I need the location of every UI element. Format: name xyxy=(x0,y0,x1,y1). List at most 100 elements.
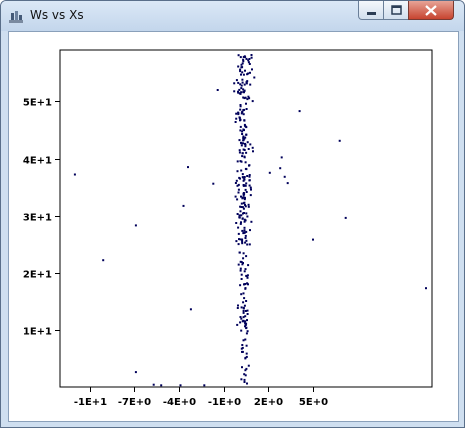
data-point xyxy=(243,212,245,214)
data-point xyxy=(234,182,237,184)
data-point xyxy=(238,214,241,217)
data-point xyxy=(237,65,240,68)
close-button[interactable] xyxy=(408,1,454,20)
data-point xyxy=(160,384,163,387)
data-point xyxy=(249,83,252,86)
data-point xyxy=(249,229,251,232)
data-point xyxy=(237,112,240,115)
data-point xyxy=(238,216,241,219)
data-point xyxy=(238,251,241,254)
data-point xyxy=(241,206,244,209)
data-point xyxy=(242,56,245,58)
data-point xyxy=(312,238,314,241)
x-tick-label: -7E+0 xyxy=(118,397,151,408)
data-point xyxy=(246,141,249,144)
data-point xyxy=(240,214,243,217)
maximize-button[interactable] xyxy=(383,1,409,20)
data-point xyxy=(250,56,253,59)
data-point xyxy=(241,350,244,353)
data-point xyxy=(241,176,244,179)
data-point xyxy=(239,269,242,272)
data-point xyxy=(238,88,241,91)
minimize-button[interactable] xyxy=(358,1,384,20)
data-point xyxy=(244,374,247,377)
data-point xyxy=(237,232,240,235)
data-point xyxy=(245,133,248,136)
data-point xyxy=(239,105,242,108)
data-point xyxy=(241,71,244,74)
chart-app-icon[interactable] xyxy=(8,9,24,25)
data-point xyxy=(244,188,247,191)
y-tick-label: 2E+1 xyxy=(23,270,52,281)
data-point xyxy=(245,255,248,258)
data-point xyxy=(242,310,245,312)
data-point xyxy=(134,224,137,227)
data-point xyxy=(243,220,246,223)
data-point xyxy=(242,135,245,138)
data-point xyxy=(248,184,251,187)
data-point xyxy=(203,384,206,387)
data-point xyxy=(250,220,253,223)
data-point xyxy=(238,92,241,95)
data-point xyxy=(187,166,189,169)
data-point xyxy=(243,201,246,204)
data-point xyxy=(242,192,245,194)
data-point xyxy=(237,191,240,194)
x-tick-label: -1E+1 xyxy=(74,397,107,408)
data-point xyxy=(152,383,155,386)
data-point xyxy=(245,126,248,129)
data-point xyxy=(244,161,247,164)
data-point xyxy=(240,378,243,381)
data-point xyxy=(245,191,248,193)
data-point xyxy=(246,73,249,76)
data-point xyxy=(245,239,248,242)
data-point xyxy=(247,203,250,206)
data-point xyxy=(245,355,248,358)
data-point xyxy=(242,262,244,264)
data-point xyxy=(244,237,247,239)
data-point xyxy=(298,110,301,113)
data-point xyxy=(251,146,254,149)
data-point xyxy=(252,150,254,153)
data-point xyxy=(241,173,244,176)
x-tick-label: -4E+0 xyxy=(163,397,196,408)
data-point xyxy=(248,97,251,100)
data-point xyxy=(242,139,245,142)
data-point xyxy=(239,129,242,132)
data-point xyxy=(245,81,248,84)
data-point xyxy=(240,84,243,87)
data-point xyxy=(244,136,247,139)
data-point xyxy=(243,381,246,383)
data-point xyxy=(244,320,247,323)
data-point xyxy=(241,240,244,243)
data-point xyxy=(253,76,256,79)
data-point xyxy=(237,81,240,84)
data-point xyxy=(246,382,248,385)
data-point xyxy=(239,118,242,121)
app-window: Ws vs Xs 1E+1 2E+1 3E+1 4E+1 5E+1 -1E+1 -7E+0 -… xyxy=(0,0,465,428)
data-point xyxy=(245,367,248,370)
data-point xyxy=(240,73,242,76)
data-point xyxy=(241,133,244,135)
data-point xyxy=(249,71,251,74)
data-point xyxy=(242,301,245,304)
data-point xyxy=(244,283,247,285)
data-point xyxy=(241,320,244,323)
data-point xyxy=(244,143,247,146)
data-point xyxy=(238,117,241,120)
data-point xyxy=(248,179,251,182)
data-point xyxy=(179,384,182,387)
data-point xyxy=(243,90,246,92)
data-point xyxy=(245,300,248,302)
data-point xyxy=(241,196,244,199)
data-point xyxy=(238,149,241,152)
data-point xyxy=(244,203,246,206)
data-point xyxy=(244,324,247,326)
data-point xyxy=(245,182,248,185)
title-bar[interactable]: Ws vs Xs xyxy=(1,1,464,31)
data-point xyxy=(247,148,250,150)
data-point xyxy=(243,270,246,273)
data-point xyxy=(240,306,243,309)
data-point xyxy=(268,171,271,174)
data-point xyxy=(344,216,347,219)
